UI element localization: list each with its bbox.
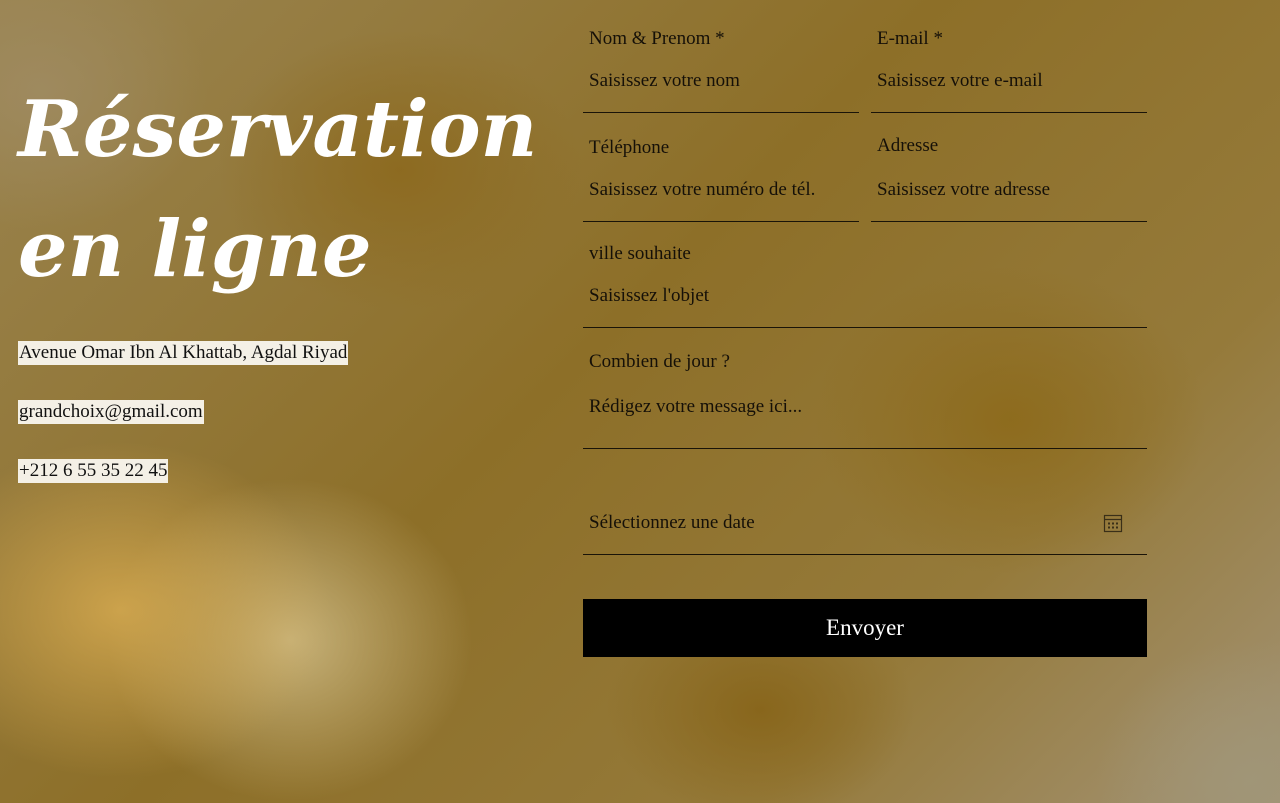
name-label: Nom & Prenom *	[589, 28, 725, 49]
email-label: E-mail *	[877, 28, 943, 49]
email-input[interactable]: Saisissez votre e-mail	[877, 70, 1043, 92]
phone-field[interactable]: Téléphone Saisissez votre numéro de tél.	[583, 137, 859, 222]
contact-email[interactable]: grandchoix@gmail.com	[18, 400, 204, 424]
name-input[interactable]: Saisissez votre nom	[589, 70, 740, 92]
days-textarea[interactable]: Rédigez votre message ici...	[589, 396, 802, 418]
calendar-icon[interactable]	[1103, 513, 1123, 533]
phone-input[interactable]: Saisissez votre numéro de tél.	[589, 179, 815, 201]
city-input[interactable]: Saisissez l'objet	[589, 285, 709, 307]
name-field[interactable]: Nom & Prenom * Saisissez votre nom	[583, 28, 859, 113]
phone-label: Téléphone	[589, 137, 670, 158]
page-title-line1: Réservation	[18, 84, 538, 175]
date-input[interactable]: Sélectionnez une date	[589, 512, 755, 534]
city-field[interactable]: ville souhaite Saisissez l'objet	[583, 243, 1147, 328]
submit-button[interactable]: Envoyer	[583, 599, 1147, 657]
days-label: Combien de jour ?	[589, 351, 730, 372]
page-title: Réservation en ligne	[18, 70, 538, 310]
days-field[interactable]: Combien de jour ? Rédigez votre message …	[583, 351, 1147, 449]
date-field[interactable]: Sélectionnez une date	[583, 500, 1147, 555]
page-title-line2: en ligne	[18, 204, 372, 295]
contact-phone[interactable]: +212 6 55 35 22 45	[18, 459, 169, 483]
email-field[interactable]: E-mail * Saisissez votre e-mail	[871, 28, 1147, 113]
contact-address: Avenue Omar Ibn Al Khattab, Agdal Riyad	[18, 341, 349, 365]
address-input[interactable]: Saisissez votre adresse	[877, 179, 1050, 201]
address-label: Adresse	[877, 135, 939, 156]
city-label: ville souhaite	[589, 243, 691, 264]
hero-section: Réservation en ligne	[18, 70, 538, 310]
address-field[interactable]: Adresse Saisissez votre adresse	[871, 135, 1147, 222]
